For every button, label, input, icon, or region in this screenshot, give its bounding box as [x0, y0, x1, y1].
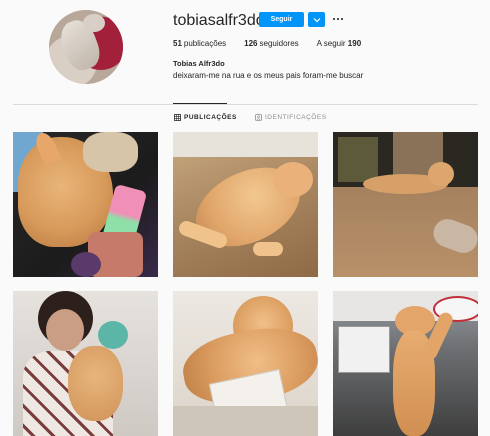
post-thumbnail[interactable] [333, 291, 478, 436]
chevron-down-icon [313, 17, 320, 22]
profile-username: tobiasalfr3do [173, 12, 265, 29]
posts-stat: 51 publicações [173, 39, 227, 48]
active-tab-indicator [173, 103, 227, 104]
grid-icon [174, 114, 181, 121]
post-thumbnail[interactable] [333, 132, 478, 277]
more-options-icon [333, 17, 335, 21]
tab-tagged[interactable]: IDENTIFICAÇÕES [255, 114, 327, 121]
post-thumbnail[interactable] [173, 132, 318, 277]
profile-full-name: Tobias Alfr3do [173, 59, 225, 68]
followers-stat[interactable]: 126 seguidores [244, 39, 299, 48]
profile-stats: 51 publicações 126 seguidores A seguir 190 [173, 39, 379, 48]
following-stat[interactable]: A seguir 190 [317, 39, 362, 48]
suggestions-dropdown-button[interactable] [308, 12, 325, 27]
profile-avatar[interactable] [49, 10, 123, 84]
tabs-divider [13, 104, 478, 105]
follow-button[interactable]: Seguir [259, 12, 304, 27]
post-thumbnail[interactable] [173, 291, 318, 436]
post-thumbnail[interactable] [13, 132, 158, 277]
more-options-button[interactable] [332, 13, 344, 25]
avatar-cat-head [83, 14, 105, 32]
post-thumbnail[interactable] [13, 291, 158, 436]
tab-posts[interactable]: PUBLICAÇÕES [174, 114, 237, 121]
profile-bio: deixaram-me na rua e os meus pais foram-… [173, 71, 364, 80]
tag-icon [255, 114, 262, 121]
